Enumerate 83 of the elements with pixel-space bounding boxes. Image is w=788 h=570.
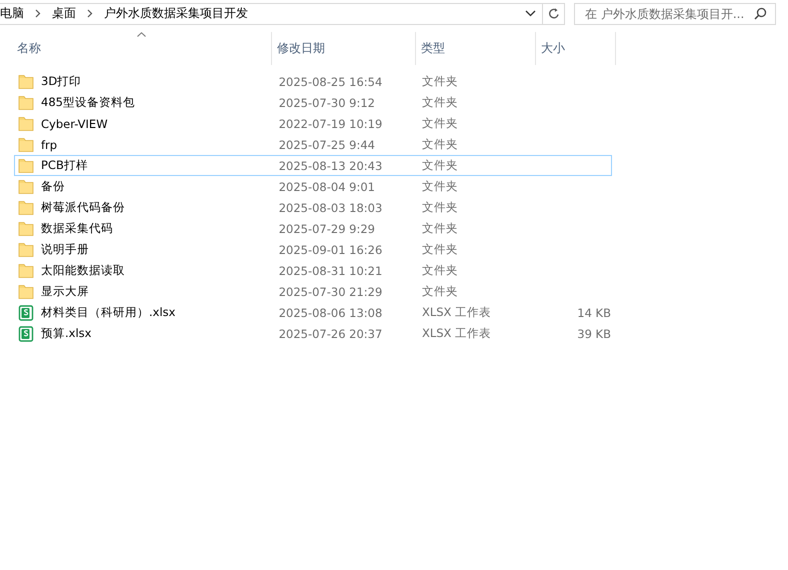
file-name: 显示大屏 <box>41 284 89 299</box>
folder-icon <box>18 158 34 173</box>
spreadsheet-icon <box>18 326 34 342</box>
modified-date: 2025-08-03 18:03 <box>278 200 384 214</box>
file-type: 文件夹 <box>422 179 459 194</box>
file-row[interactable]: 预算.xlsx 2025-07-26 20:37 XLSX 工作表 39 KB <box>14 323 612 344</box>
folder-icon <box>18 116 34 131</box>
file-type: 文件夹 <box>422 200 459 215</box>
modified-date: 2025-08-06 13:08 <box>278 306 384 320</box>
file-type: 文件夹 <box>422 137 459 152</box>
chevron-right-icon[interactable] <box>87 9 93 18</box>
file-row[interactable]: Cyber-VIEW 2022-07-19 10:19 文件夹 <box>14 113 612 134</box>
column-header[interactable]: 大小 <box>536 32 616 65</box>
file-row[interactable]: 3D打印 2025-08-25 16:54 文件夹 <box>14 71 612 92</box>
file-type: 文件夹 <box>422 221 459 236</box>
file-name: PCB打样 <box>41 158 88 173</box>
folder-icon <box>18 179 34 194</box>
folder-icon <box>18 137 34 152</box>
file-row[interactable]: 数据采集代码 2025-07-29 9:29 文件夹 <box>14 218 612 239</box>
file-name: Cyber-VIEW <box>41 116 108 130</box>
search-icon[interactable] <box>754 7 767 20</box>
file-type: 文件夹 <box>422 116 459 131</box>
column-header[interactable]: 类型 <box>416 32 536 65</box>
file-name: 说明手册 <box>41 242 89 257</box>
modified-date: 2025-07-26 20:37 <box>278 326 384 340</box>
file-row[interactable]: 材料类目（科研用）.xlsx 2025-08-06 13:08 XLSX 工作表 14 KB <box>14 302 612 323</box>
file-name: 材料类目（科研用）.xlsx <box>41 305 176 320</box>
file-row[interactable]: 树莓派代码备份 2025-08-03 18:03 文件夹 <box>14 197 612 218</box>
file-name: 树莓派代码备份 <box>41 200 125 215</box>
modified-date: 2022-07-19 10:19 <box>278 116 384 130</box>
file-type: 文件夹 <box>422 284 459 299</box>
file-type: 文件夹 <box>422 263 459 278</box>
file-row[interactable]: frp 2025-07-25 9:44 文件夹 <box>14 134 612 155</box>
folder-icon <box>18 242 34 257</box>
folder-icon <box>18 284 34 299</box>
column-header[interactable]: 名称 <box>0 32 272 65</box>
spreadsheet-icon <box>18 304 34 320</box>
breadcrumb-item[interactable]: 户外水质数据采集项目开发 <box>104 5 248 22</box>
folder-icon <box>18 95 34 110</box>
file-name: frp <box>41 138 58 152</box>
file-name: 备份 <box>41 179 65 194</box>
file-type: 文件夹 <box>422 74 459 89</box>
modified-date: 2025-08-04 9:01 <box>278 180 376 194</box>
modified-date: 2025-07-25 9:44 <box>278 138 376 152</box>
file-type: XLSX 工作表 <box>422 326 492 341</box>
file-type: XLSX 工作表 <box>422 305 492 320</box>
folder-icon <box>18 74 34 89</box>
modified-date: 2025-07-30 21:29 <box>278 284 384 298</box>
file-name: 数据采集代码 <box>41 221 113 236</box>
chevron-down-icon[interactable] <box>525 10 536 17</box>
search-field[interactable]: 在 户外水质数据采集项目开... <box>574 2 776 24</box>
sort-ascending-icon <box>137 32 146 37</box>
file-row[interactable]: 说明手册 2025-09-01 16:26 文件夹 <box>14 239 612 260</box>
file-name: 太阳能数据读取 <box>41 263 125 278</box>
modified-date: 2025-08-25 16:54 <box>278 74 384 88</box>
folder-icon <box>18 263 34 278</box>
file-row[interactable]: 太阳能数据读取 2025-08-31 10:21 文件夹 <box>14 260 612 281</box>
file-type: 文件夹 <box>422 158 459 173</box>
file-name: 预算.xlsx <box>41 326 92 341</box>
chevron-right-icon[interactable] <box>35 9 41 18</box>
file-size: 39 KB <box>577 326 611 340</box>
column-header[interactable]: 修改日期 <box>272 32 416 65</box>
file-name: 485型设备资料包 <box>41 95 135 110</box>
file-row[interactable]: PCB打样 2025-08-13 20:43 文件夹 <box>14 155 612 176</box>
modified-date: 2025-09-01 16:26 <box>278 242 384 256</box>
refresh-button[interactable] <box>543 2 565 24</box>
refresh-icon[interactable] <box>548 7 560 20</box>
modified-date: 2025-07-30 9:12 <box>278 96 376 110</box>
file-name: 3D打印 <box>41 74 82 89</box>
file-row[interactable]: 备份 2025-08-04 9:01 文件夹 <box>14 176 612 197</box>
file-type: 文件夹 <box>422 242 459 257</box>
file-size: 14 KB <box>577 306 611 320</box>
modified-date: 2025-08-31 10:21 <box>278 264 384 278</box>
folder-icon <box>18 221 34 236</box>
breadcrumb-item[interactable]: 桌面 <box>52 5 76 22</box>
file-row[interactable]: 显示大屏 2025-07-30 21:29 文件夹 <box>14 281 612 302</box>
breadcrumb-item[interactable]: 电脑 <box>0 5 24 22</box>
address-bar[interactable]: 电脑 桌面 户外水质数据采集项目开发 <box>0 2 543 24</box>
folder-icon <box>18 200 34 215</box>
file-type: 文件夹 <box>422 95 459 110</box>
file-row[interactable]: 485型设备资料包 2025-07-30 9:12 文件夹 <box>14 92 612 113</box>
modified-date: 2025-08-13 20:43 <box>278 158 384 172</box>
modified-date: 2025-07-29 9:29 <box>278 222 376 236</box>
